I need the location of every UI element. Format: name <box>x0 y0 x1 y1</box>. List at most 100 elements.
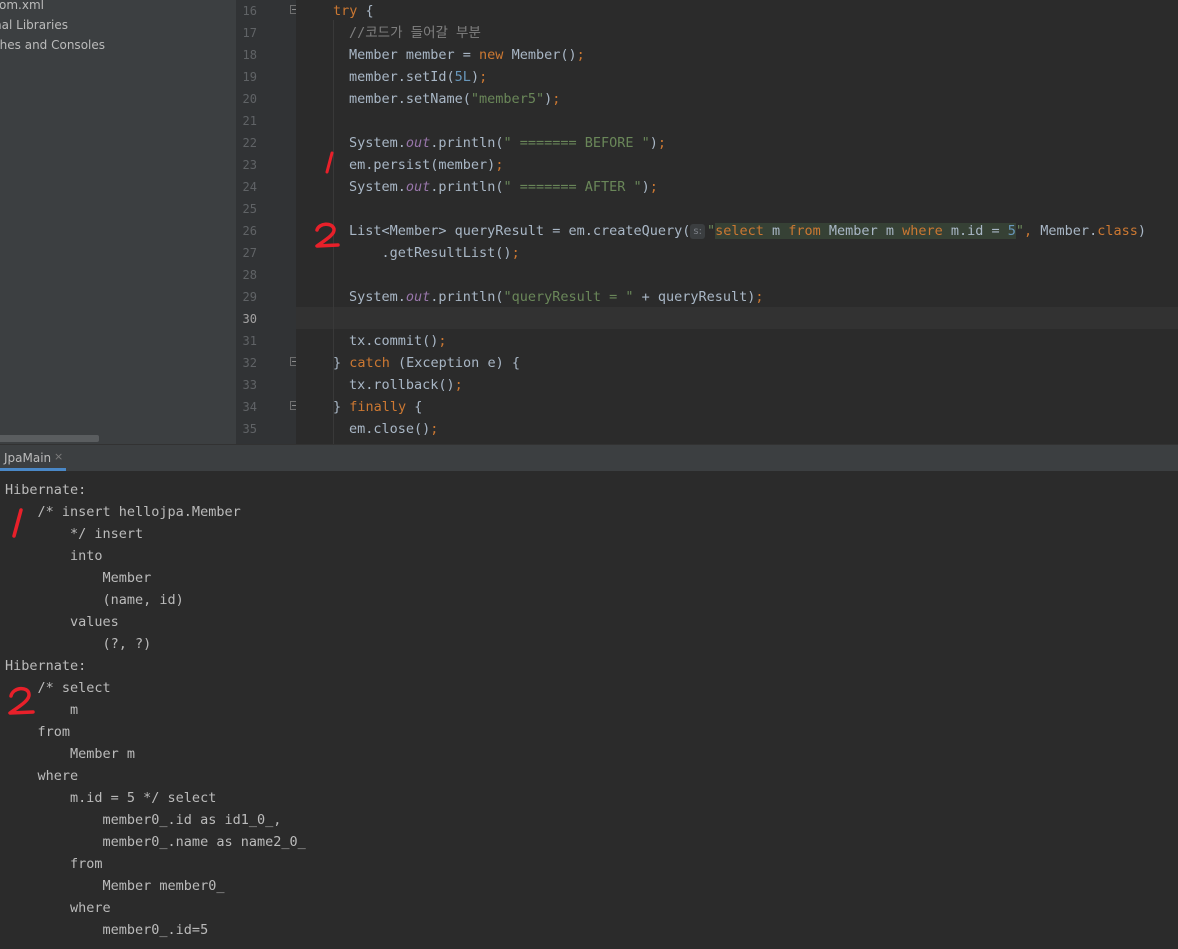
console-line: where <box>5 900 111 916</box>
editor-gutter: 16 17 18 19 20 21 22 23 24 25 26 27 28 29 30 31 32 33 34 35 <box>236 0 296 444</box>
line-number: 21 <box>242 114 257 128</box>
line-number: 23 <box>242 158 257 172</box>
code-token: , <box>1024 223 1041 239</box>
code-editor[interactable]: try { //코드가 들어갈 부분 Member member = new Mem… <box>296 0 1178 444</box>
code-line: System.out.println(" ======= AFTER "); <box>349 176 658 198</box>
code-token: System. <box>349 179 406 195</box>
code-token: "member5" <box>470 91 545 107</box>
code-token: } <box>333 355 350 371</box>
console-line: m.id = 5 */ select <box>5 790 217 806</box>
line-number: 35 <box>242 422 257 436</box>
line-number: 17 <box>242 26 257 40</box>
annotation-mark-2-editor <box>315 222 340 248</box>
code-token: Member member = <box>349 47 480 63</box>
code-token: out <box>405 135 431 151</box>
code-token: ; <box>495 157 504 173</box>
tree-item-pom-xml[interactable]: pom.xml <box>0 0 44 15</box>
code-token: (Exception e) { <box>389 355 520 371</box>
code-token: m <box>763 223 789 239</box>
code-token: out <box>405 289 431 305</box>
code-token: class <box>1097 223 1138 239</box>
code-token: .println( <box>430 135 504 151</box>
code-line: Member member = new Member(); <box>349 44 585 66</box>
code-token: .println( <box>430 289 504 305</box>
line-number: 22 <box>242 136 257 150</box>
code-token: member.setId( <box>349 69 455 85</box>
code-token: ; <box>511 245 520 261</box>
code-token: try <box>333 3 358 19</box>
code-token: m.id = <box>942 223 1008 239</box>
code-line: System.out.println("queryResult = " + qu… <box>349 286 764 308</box>
code-token: "queryResult = " <box>503 289 634 305</box>
code-token: em.close() <box>349 421 431 437</box>
line-number: 25 <box>242 202 257 216</box>
code-token: ; <box>552 91 561 107</box>
code-token: { <box>357 3 374 19</box>
code-token: .getResultList() <box>349 245 512 261</box>
code-line: tx.commit(); <box>349 330 447 352</box>
code-token: ; <box>755 289 764 305</box>
horizontal-scrollbar[interactable] <box>0 435 99 442</box>
code-token: " ======= BEFORE " <box>503 135 650 151</box>
code-token: ) <box>470 69 480 85</box>
line-number: 16 <box>242 4 257 18</box>
code-token: ; <box>438 333 447 349</box>
console-line: Hibernate: <box>5 482 95 498</box>
code-token: Member() <box>503 47 577 63</box>
console-line: (name, id) <box>5 592 192 608</box>
code-token: em.persist(member) <box>349 157 496 173</box>
code-line: List<Member> queryResult = em.createQuer… <box>349 220 1146 242</box>
tab-jpamain[interactable]: JpaMain × <box>0 445 66 471</box>
code-token: 5L <box>454 69 471 85</box>
code-token: ) <box>1137 223 1146 239</box>
tree-item-external-libraries[interactable]: External Libraries <box>0 15 68 35</box>
line-number: 27 <box>242 246 257 260</box>
line-number: 34 <box>242 400 257 414</box>
code-token: ) <box>641 179 650 195</box>
code-line: System.out.println(" ======= BEFORE "); <box>349 132 666 154</box>
line-number: 20 <box>242 92 257 106</box>
tree-item-label: Scratches and Consoles <box>0 38 105 52</box>
code-token: " <box>706 223 716 239</box>
code-token: } <box>333 399 350 415</box>
code-line: //코드가 들어갈 부분 <box>349 22 481 44</box>
code-token: ; <box>576 47 585 63</box>
close-icon[interactable]: × <box>54 450 63 463</box>
tree-item-scratches-and-consoles[interactable]: Scratches and Consoles <box>0 35 105 55</box>
code-line: em.close(); <box>349 418 438 440</box>
code-token: catch <box>349 355 390 371</box>
code-line: } catch (Exception e) { <box>333 352 520 374</box>
tab-label: JpaMain <box>4 451 52 465</box>
annotation-mark-2-console <box>8 686 35 715</box>
project-tree-panel: pom.xml External Libraries Scratches and… <box>0 0 236 444</box>
code-line: tx.rollback(); <box>349 374 463 396</box>
line-number: 31 <box>242 334 257 348</box>
line-number: 26 <box>242 224 257 238</box>
code-token: new <box>479 47 504 63</box>
code-token: out <box>405 179 431 195</box>
line-number: 32 <box>242 356 257 370</box>
console-line: from <box>5 724 71 740</box>
code-token: where <box>902 223 943 239</box>
console-line: member0_.id as id1_0_, <box>5 812 282 828</box>
code-token: .println( <box>430 179 504 195</box>
console-line: Member m <box>5 746 144 762</box>
code-line: } finally { <box>333 396 422 418</box>
console-line: /* insert hellojpa.Member <box>5 504 241 520</box>
code-token: tx.rollback() <box>349 377 455 393</box>
parameter-hint: s: <box>690 224 705 239</box>
line-number: 18 <box>242 48 257 62</box>
code-token: ) <box>649 135 658 151</box>
code-line: member.setName("member5"); <box>349 88 560 110</box>
code-token: member.setName( <box>349 91 471 107</box>
console-line: Member <box>5 570 152 586</box>
code-token: Member. <box>1040 223 1098 239</box>
console-line: from <box>5 856 103 872</box>
console-line: Hibernate: <box>5 658 95 674</box>
code-line: member.setId(5L); <box>349 66 487 88</box>
code-token: //코드가 들어갈 부분 <box>349 25 481 41</box>
line-number: 19 <box>242 70 257 84</box>
line-number: 30 <box>242 312 257 326</box>
run-console-output[interactable]: Hibernate: /* insert hellojpa.Member */ … <box>0 471 1178 949</box>
code-token: { <box>406 399 423 415</box>
